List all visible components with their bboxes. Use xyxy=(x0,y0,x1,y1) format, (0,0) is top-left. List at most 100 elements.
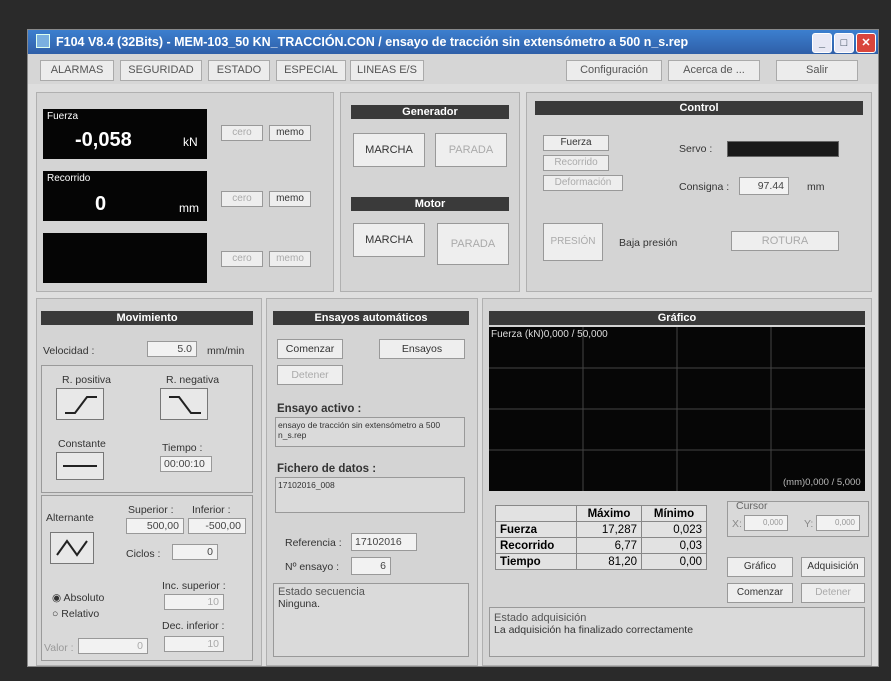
detener-adquisicion-button[interactable]: Detener xyxy=(801,583,865,603)
cursor-y-label: Y: xyxy=(804,518,814,530)
comenzar-ensayo-button[interactable]: Comenzar xyxy=(277,339,343,359)
recorrido-cero-button[interactable]: cero xyxy=(221,191,263,207)
constant-button[interactable] xyxy=(56,452,104,480)
table-cell: 81,20 xyxy=(576,553,642,570)
lineas-es-button[interactable]: LINEAS E/S xyxy=(350,60,424,81)
maximize-button[interactable]: □ xyxy=(834,33,854,53)
table-cell: 0,00 xyxy=(641,553,707,570)
salir-button[interactable]: Salir xyxy=(776,60,858,81)
recorrido-display: Recorrido 0 mm xyxy=(43,171,207,221)
adquisicion-button[interactable]: Adquisición xyxy=(801,557,865,577)
extra-memo-button[interactable]: memo xyxy=(269,251,311,267)
ramp-negative-button[interactable] xyxy=(160,388,208,420)
absoluto-label: Absoluto xyxy=(63,592,105,604)
ciclos-field[interactable]: 0 xyxy=(172,544,218,560)
valor-field[interactable]: 0 xyxy=(78,638,148,654)
dec-inferior-field[interactable]: 10 xyxy=(164,636,224,652)
table-cell: 0,03 xyxy=(641,537,707,554)
minimize-button[interactable]: _ xyxy=(812,33,832,53)
extra-cero-button[interactable]: cero xyxy=(221,251,263,267)
fichero-field[interactable]: 17102016_008 xyxy=(275,477,465,513)
velocidad-field[interactable]: 5.0 xyxy=(147,341,197,357)
results-table: Máximo Mínimo Fuerza 17,287 0,023 Recorr… xyxy=(495,505,707,570)
consigna-label: Consigna : xyxy=(679,181,730,193)
alternante-button[interactable] xyxy=(50,532,94,564)
generador-parada-button[interactable]: PARADA xyxy=(435,133,507,167)
control-fuerza-button[interactable]: Fuerza xyxy=(543,135,609,151)
table-cell: 6,77 xyxy=(576,537,642,554)
movimiento-panel: Movimiento Velocidad : 5.0 mm/min R. pos… xyxy=(36,298,262,666)
table-cell: Tiempo xyxy=(495,553,577,570)
wave-icon xyxy=(56,539,88,557)
estado-secuencia-label: Estado secuencia xyxy=(278,586,365,598)
referencia-field[interactable]: 17102016 xyxy=(351,533,417,551)
motor-marcha-button[interactable]: MARCHA xyxy=(353,223,425,257)
fuerza-memo-button[interactable]: memo xyxy=(269,125,311,141)
relativo-radio[interactable]: ○ Relativo xyxy=(52,608,99,620)
close-button[interactable]: ✕ xyxy=(856,33,876,53)
table-row: Recorrido 6,77 0,03 xyxy=(495,537,707,554)
force-graph[interactable]: Fuerza (kN)0,000 / 50,000 (mm)0,000 / 5,… xyxy=(489,327,865,491)
alternante-label: Alternante xyxy=(46,512,94,524)
absoluto-radio[interactable]: ◉ Absoluto xyxy=(52,592,104,604)
recorrido-memo-button[interactable]: memo xyxy=(269,191,311,207)
r-negativa-label: R. negativa xyxy=(166,374,220,386)
cursor-x-field[interactable]: 0,000 xyxy=(744,515,788,531)
grafico-button[interactable]: Gráfico xyxy=(727,557,793,577)
control-header: Control xyxy=(535,101,863,115)
tiempo-label: Tiempo : xyxy=(162,442,203,454)
cursor-y-field[interactable]: 0,000 xyxy=(816,515,860,531)
alarmas-button[interactable]: ALARMAS xyxy=(40,60,114,81)
acerca-button[interactable]: Acerca de ... xyxy=(668,60,760,81)
recorrido-unit: mm xyxy=(179,201,199,215)
especial-button[interactable]: ESPECIAL xyxy=(276,60,346,81)
inc-superior-field[interactable]: 10 xyxy=(164,594,224,610)
cursor-group: Cursor X: 0,000 Y: 0,000 xyxy=(727,500,869,537)
recorrido-value: 0 xyxy=(95,193,107,215)
tiempo-field[interactable]: 00:00:10 xyxy=(160,456,212,472)
ensayos-header: Ensayos automáticos xyxy=(273,311,469,325)
seguridad-button[interactable]: SEGURIDAD xyxy=(120,60,202,81)
table-header: Mínimo xyxy=(641,505,707,522)
table-cell: Fuerza xyxy=(495,521,577,538)
table-row: Fuerza 17,287 0,023 xyxy=(495,521,707,538)
graph-x-label: (mm)0,000 / 5,000 xyxy=(783,477,861,488)
detener-ensayo-button[interactable]: Detener xyxy=(277,365,343,385)
estado-button[interactable]: ESTADO xyxy=(208,60,270,81)
dec-inferior-label: Dec. inferior : xyxy=(162,620,225,632)
table-cell: 17,287 xyxy=(576,521,642,538)
fuerza-cero-button[interactable]: cero xyxy=(221,125,263,141)
app-icon xyxy=(36,34,50,48)
ensayos-button[interactable]: Ensayos xyxy=(379,339,465,359)
motor-parada-button[interactable]: PARADA xyxy=(437,223,509,265)
table-header xyxy=(495,505,577,522)
valor-label: Valor : xyxy=(44,642,74,654)
control-recorrido-button[interactable]: Recorrido xyxy=(543,155,609,171)
consigna-field[interactable]: 97.44 xyxy=(739,177,789,195)
comenzar-adquisicion-button[interactable]: Comenzar xyxy=(727,583,793,603)
grafico-header: Gráfico xyxy=(489,311,865,325)
n-ensayo-field[interactable]: 6 xyxy=(351,557,391,575)
estado-adquisicion-label: Estado adquisición xyxy=(494,612,587,624)
inferior-field[interactable]: -500,00 xyxy=(188,518,246,534)
readouts-panel: Fuerza -0,058 kN cero memo Recorrido 0 m… xyxy=(36,92,334,292)
motor-header: Motor xyxy=(351,197,509,211)
table-header: Máximo xyxy=(576,505,642,522)
configuracion-button[interactable]: Configuración xyxy=(566,60,662,81)
referencia-label: Referencia : xyxy=(285,537,342,549)
ramp-positive-button[interactable] xyxy=(56,388,104,420)
estado-adquisicion-box: Estado adquisición La adquisición ha fin… xyxy=(489,607,865,657)
rotura-indicator: ROTURA xyxy=(731,231,839,251)
ensayos-panel: Ensayos automáticos Comenzar Ensayos Det… xyxy=(266,298,478,666)
superior-field[interactable]: 500,00 xyxy=(126,518,184,534)
consigna-unit: mm xyxy=(807,181,825,193)
table-header-row: Máximo Mínimo xyxy=(495,505,707,522)
control-deformacion-button[interactable]: Deformación xyxy=(543,175,623,191)
estado-secuencia-value: Ninguna. xyxy=(278,598,321,610)
control-panel: Control Fuerza Recorrido Deformación Ser… xyxy=(526,92,872,292)
relativo-label: Relativo xyxy=(61,608,100,620)
presion-button[interactable]: PRESIÓN xyxy=(543,223,603,261)
generador-marcha-button[interactable]: MARCHA xyxy=(353,133,425,167)
ramp-up-icon xyxy=(65,396,97,414)
constante-label: Constante xyxy=(58,438,106,450)
